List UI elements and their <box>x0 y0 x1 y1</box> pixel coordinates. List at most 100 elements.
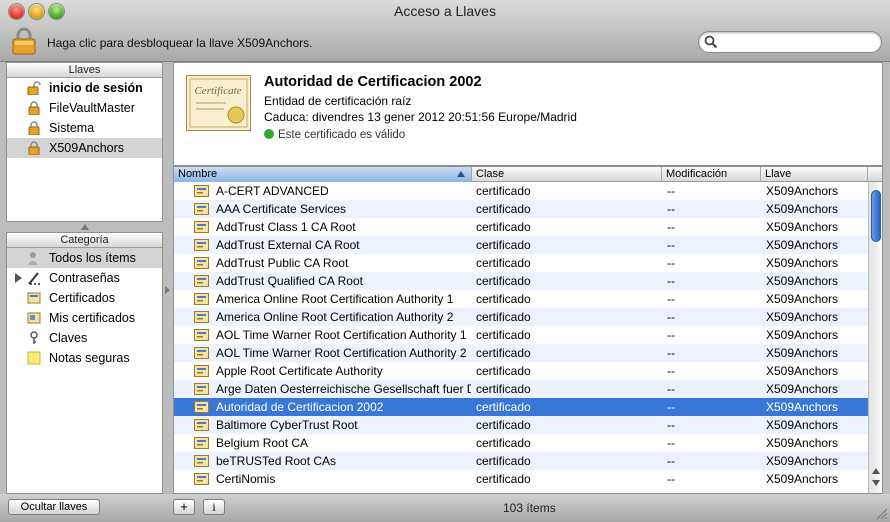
category-item-label: Contraseñas <box>49 271 120 285</box>
table-row[interactable]: A-CERT ADVANCED certificado -- X509Anchors <box>174 182 868 200</box>
hide-keychains-button[interactable]: Ocultar llaves <box>8 499 100 515</box>
table-row[interactable]: Apple Root Certificate Authority certific… <box>174 362 868 380</box>
splitter-handle[interactable] <box>81 224 89 230</box>
table-cell-keychain: X509Anchors <box>766 310 839 324</box>
table-cell-class: certificado <box>476 472 531 486</box>
table-cell-keychain: X509Anchors <box>766 220 839 234</box>
category-item-my-certificates[interactable]: Mis certificados <box>7 308 162 328</box>
keychain-item-login[interactable]: inicio de sesión <box>7 78 162 98</box>
certificate-icon <box>194 275 209 287</box>
category-header: Categoría <box>7 233 162 248</box>
table-cell-class: certificado <box>476 364 531 378</box>
keychain-item-sistema[interactable]: Sistema <box>7 118 162 138</box>
keychain-item-x509anchors[interactable]: X509Anchors <box>7 138 162 158</box>
lock-icon[interactable] <box>11 27 37 55</box>
table-cell-name: A-CERT ADVANCED <box>216 184 329 198</box>
certificate-detail: Certificate Autoridad de Certificacion 2… <box>173 62 883 166</box>
scroll-up-arrow-icon[interactable] <box>872 468 880 474</box>
people-icon <box>28 252 38 265</box>
category-item-label: Mis certificados <box>49 311 136 325</box>
table-row[interactable]: CertiNomis certificado -- X509Anchors <box>174 470 868 488</box>
category-item-passwords[interactable]: Contraseñas <box>7 268 162 288</box>
keychain-item-filevaultmaster[interactable]: FileVaultMaster <box>7 98 162 118</box>
table-row[interactable]: AOL Time Warner Root Certification Autho… <box>174 344 868 362</box>
table-cell-class: certificado <box>476 310 531 324</box>
table-row[interactable]: Arge Daten Oesterreichische Gesellschaft… <box>174 380 868 398</box>
table-cell-class: certificado <box>476 202 531 216</box>
search-field[interactable] <box>698 31 882 53</box>
resize-grip-icon[interactable] <box>875 507 887 519</box>
table-cell-class: certificado <box>476 454 531 468</box>
certificate-icon <box>194 473 209 485</box>
category-item-certificates[interactable]: Certificados <box>7 288 162 308</box>
column-header-nombre[interactable]: Nombre <box>174 167 472 182</box>
table-cell-name: Belgium Root CA <box>216 436 309 450</box>
table-cell-modified: -- <box>667 220 675 234</box>
column-header-llave[interactable]: Llave <box>761 167 868 182</box>
table-cell-modified: -- <box>667 310 675 324</box>
certificate-status: Este certificado es válido <box>264 128 405 141</box>
certificate-icon <box>194 419 209 431</box>
column-header-clase[interactable]: Clase <box>472 167 662 182</box>
sidebar: Llaves inicio de sesión FileVaultMaster … <box>6 62 163 494</box>
certificate-icon <box>27 292 41 304</box>
key-icon <box>30 331 38 344</box>
table-cell-name: America Online Root Certification Author… <box>216 292 454 306</box>
sort-ascending-icon <box>457 171 465 177</box>
add-item-button[interactable]: + <box>173 499 195 515</box>
table-row[interactable]: AddTrust Class 1 CA Root certificado -- X50… <box>174 218 868 236</box>
certificate-icon <box>194 383 209 395</box>
scrollbar-thumb[interactable] <box>871 190 881 242</box>
table-row[interactable]: America Online Root Certification Author… <box>174 308 868 326</box>
table-cell-modified: -- <box>667 202 675 216</box>
certificate-icon <box>194 455 209 467</box>
my-certificate-icon <box>27 312 41 324</box>
table-row[interactable]: Baltimore CyberTrust Root certificado -- X5… <box>174 416 868 434</box>
column-header-label: Llave <box>765 168 792 180</box>
table-row[interactable]: Autoridad de Certificacion 2002 certifica… <box>174 398 868 416</box>
table-row[interactable]: beTRUSTed Root CAs certificado -- X509Ancho… <box>174 452 868 470</box>
table-cell-name: AddTrust Public CA Root <box>216 256 349 270</box>
table-cell-name: beTRUSTed Root CAs <box>216 454 337 468</box>
table-cell-modified: -- <box>667 184 675 198</box>
category-item-secure-notes[interactable]: Notas seguras <box>7 348 162 368</box>
certificate-icon <box>194 221 209 233</box>
category-item-keys[interactable]: Claves <box>7 328 162 348</box>
table-cell-modified: -- <box>667 346 675 360</box>
table-cell-name: AddTrust External CA Root <box>216 238 360 252</box>
table-row[interactable]: AddTrust Public CA Root certificado -- X509… <box>174 254 868 272</box>
table-cell-keychain: X509Anchors <box>766 202 839 216</box>
table-cell-class: certificado <box>476 184 531 198</box>
search-input[interactable] <box>721 34 876 50</box>
table-cell-keychain: X509Anchors <box>766 454 839 468</box>
keychain-item-label: X509Anchors <box>49 141 125 155</box>
table-row[interactable]: AAA Certificate Services certificado -- X50… <box>174 200 868 218</box>
table-cell-keychain: X509Anchors <box>766 472 839 486</box>
table-row[interactable]: AddTrust Qualified CA Root certificado -- X… <box>174 272 868 290</box>
table-cell-class: certificado <box>476 346 531 360</box>
table-cell-modified: -- <box>667 454 675 468</box>
keychain-item-label: FileVaultMaster <box>49 101 135 115</box>
category-list: Categoría Todos los ítems Contraseñas Ce… <box>6 232 163 494</box>
bottom-bar: Ocultar llaves + i 103 ítems <box>0 494 890 522</box>
column-header-label: Modificación <box>666 168 728 180</box>
category-item-all[interactable]: Todos los ítems <box>7 248 162 268</box>
table-cell-keychain: X509Anchors <box>766 400 839 414</box>
table-cell-class: certificado <box>476 382 531 396</box>
disclosure-triangle-icon[interactable] <box>15 273 22 283</box>
table-cell-class: certificado <box>476 256 531 270</box>
scroll-down-arrow-icon[interactable] <box>872 480 880 486</box>
table-row[interactable]: America Online Root Certification Author… <box>174 290 868 308</box>
keychain-item-label: inicio de sesión <box>49 81 143 95</box>
unlocked-lock-icon <box>27 81 41 95</box>
certificate-title: Autoridad de Certificacion 2002 <box>264 74 482 90</box>
table-row[interactable]: Belgium Root CA certificado -- X509Anchors <box>174 434 868 452</box>
table-row[interactable]: AddTrust External CA Root certificado -- X5… <box>174 236 868 254</box>
vertical-scrollbar[interactable] <box>868 182 882 493</box>
table-cell-modified: -- <box>667 382 675 396</box>
pane-resize-handle[interactable] <box>165 286 170 294</box>
column-header-modificacion[interactable]: Modificación <box>662 167 761 182</box>
info-button[interactable]: i <box>203 499 225 515</box>
table-row[interactable]: AOL Time Warner Root Certification Autho… <box>174 326 868 344</box>
unlock-hint[interactable]: Haga clic para desbloquear la llave X509… <box>47 36 313 50</box>
